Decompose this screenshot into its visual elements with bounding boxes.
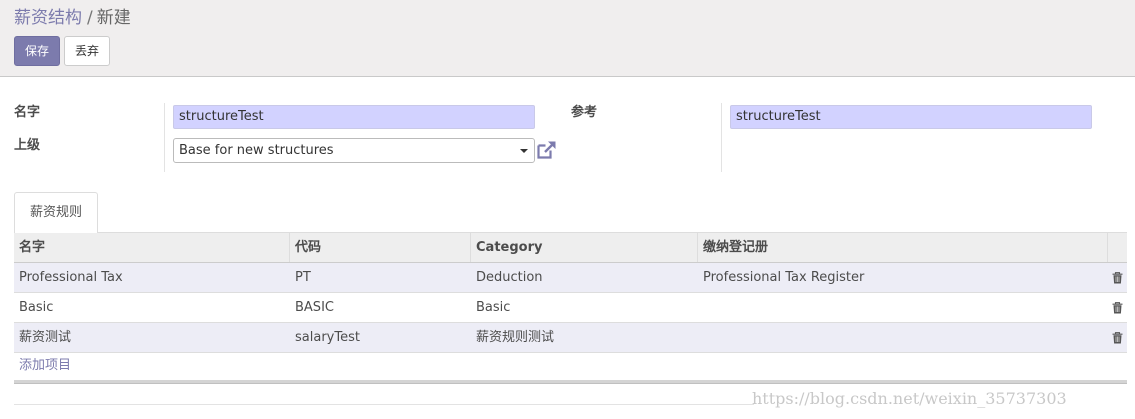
tab-salary-rules[interactable]: 薪资规则: [14, 192, 98, 234]
cell-code: PT: [295, 270, 311, 285]
cell-register: [698, 323, 1108, 352]
table-row[interactable]: 薪资测试 salaryTest 薪资规则测试: [14, 323, 1127, 353]
reference-label: 参考: [571, 105, 598, 120]
breadcrumb: 薪资结构 / 新建: [14, 7, 131, 29]
trash-icon[interactable]: [1112, 302, 1123, 314]
table-row[interactable]: Basic BASIC Basic: [14, 293, 1127, 323]
salary-rules-table: 名字 代码 Category 缴纳登记册 Professional Tax PT…: [14, 233, 1127, 353]
save-button[interactable]: 保存: [14, 36, 60, 66]
cell-name: Basic: [19, 300, 54, 315]
column-header-code[interactable]: 代码: [290, 233, 471, 262]
cell-category: 薪资规则测试: [476, 330, 555, 345]
column-header-register[interactable]: 缴纳登记册: [698, 233, 1108, 262]
group-divider-left: [164, 103, 165, 172]
cell-register: Professional Tax Register: [703, 270, 865, 285]
name-input[interactable]: structureTest: [173, 105, 535, 129]
external-link-icon[interactable]: [536, 140, 557, 160]
name-label: 名字: [14, 105, 41, 120]
add-line-link[interactable]: 添加项目: [19, 356, 71, 376]
group-divider-right: [721, 103, 722, 172]
breadcrumb-parent-link[interactable]: 薪资结构: [14, 8, 82, 28]
control-panel: 薪资结构 / 新建 保存 丢弃: [0, 0, 1135, 77]
cell-actions: [1108, 323, 1127, 352]
caret-down-icon: [520, 149, 528, 153]
cell-code: BASIC: [295, 300, 334, 315]
table-row[interactable]: Professional Tax PT Deduction Profession…: [14, 263, 1127, 293]
cell-code: salaryTest: [295, 330, 360, 345]
column-header-category[interactable]: Category: [471, 233, 698, 262]
trash-icon[interactable]: [1112, 332, 1123, 344]
reference-input[interactable]: structureTest: [730, 105, 1092, 129]
trash-icon[interactable]: [1112, 272, 1123, 284]
parent-select[interactable]: Base for new structures: [173, 138, 535, 163]
column-header-name[interactable]: 名字: [14, 233, 290, 262]
breadcrumb-separator: /: [87, 8, 93, 28]
breadcrumb-current: 新建: [96, 8, 131, 28]
cell-actions: [1108, 293, 1127, 322]
parent-label: 上级: [14, 138, 41, 153]
discard-button[interactable]: 丢弃: [64, 36, 110, 66]
parent-select-value: Base for new structures: [179, 143, 334, 158]
footer-divider: [14, 404, 754, 405]
table-header: 名字 代码 Category 缴纳登记册: [14, 233, 1127, 263]
watermark-text: https://blog.csdn.net/weixin_35737303: [752, 389, 1067, 408]
cell-name: 薪资测试: [19, 330, 72, 345]
cell-category: Basic: [476, 300, 511, 315]
cell-name: Professional Tax: [19, 270, 123, 285]
cell-category: Deduction: [476, 270, 543, 285]
cell-register: [698, 293, 1108, 322]
column-header-actions: [1108, 233, 1127, 262]
table-footer-bar: [14, 380, 1127, 384]
cell-actions: [1108, 263, 1127, 292]
